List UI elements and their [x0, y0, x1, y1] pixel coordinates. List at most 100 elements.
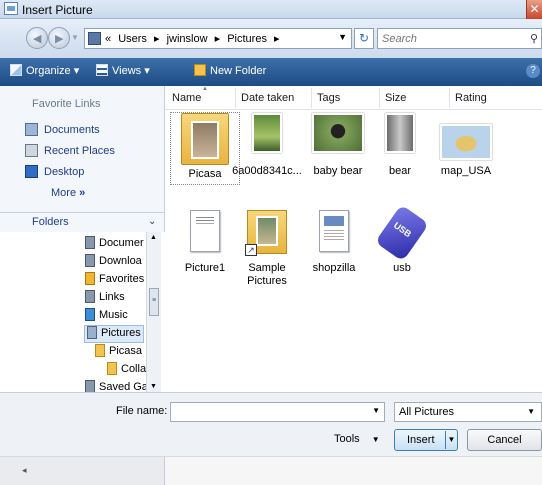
column-header: ▲ Name Date taken Tags Size Rating: [165, 86, 542, 110]
breadcrumb-separator-icon[interactable]: ▸: [215, 33, 221, 45]
file-name: map_USA: [440, 165, 492, 177]
search-box[interactable]: ⚲: [377, 28, 542, 49]
file-item-usb[interactable]: usb: [367, 204, 437, 275]
breadcrumb-separator-icon[interactable]: ▸: [154, 33, 160, 45]
tree-item-label: Documer: [99, 237, 144, 249]
tree-item-collage[interactable]: Colla: [107, 362, 146, 380]
tree-item-links[interactable]: Links: [85, 290, 125, 308]
document-thumbnail: [190, 210, 220, 252]
tree-item-label: Links: [99, 291, 125, 303]
file-item-baby-bear[interactable]: baby bear: [303, 113, 373, 178]
tree-item-downloads[interactable]: Downloa: [85, 254, 142, 272]
file-type-filter[interactable]: All Pictures ▼: [394, 402, 542, 422]
new-folder-button[interactable]: New Folder: [194, 64, 266, 77]
file-name-input[interactable]: [171, 403, 366, 421]
tree-item-picasa[interactable]: Picasa: [95, 344, 142, 362]
cancel-button[interactable]: Cancel: [467, 429, 542, 451]
tree-item-label: Colla: [121, 363, 147, 375]
tree-item-favorites[interactable]: Favorites: [85, 272, 144, 290]
breadcrumb-pictures[interactable]: Pictures: [227, 33, 267, 45]
favorite-link-label: Desktop: [44, 166, 85, 178]
refresh-icon: ↻: [358, 31, 370, 45]
search-input[interactable]: [378, 29, 523, 48]
column-divider[interactable]: [449, 88, 450, 108]
folder-icon: [107, 362, 117, 375]
favorite-link-desktop[interactable]: Desktop: [25, 165, 84, 183]
file-type-value: All Pictures: [399, 406, 455, 418]
scroll-thumb[interactable]: ≡: [149, 288, 159, 316]
favorite-link-recent-places[interactable]: Recent Places: [25, 144, 115, 162]
file-item-6a00d8341c[interactable]: 6a00d8341c...: [232, 113, 302, 178]
breadcrumb-overflow[interactable]: «: [105, 33, 111, 45]
address-dropdown-icon[interactable]: ▼: [338, 32, 347, 42]
column-divider[interactable]: [235, 88, 236, 108]
help-button[interactable]: ?: [526, 64, 540, 78]
breadcrumb-jwinslow[interactable]: jwinslow: [167, 33, 208, 45]
desktop-icon: [25, 165, 38, 178]
views-button[interactable]: Views ▾: [96, 64, 150, 77]
views-icon: [96, 64, 108, 76]
shortcut-arrow-icon: ↗: [245, 244, 257, 256]
sort-ascending-icon: ▲: [202, 86, 208, 92]
photo-preview: [191, 121, 219, 159]
file-item-picasa[interactable]: Picasa: [170, 112, 240, 185]
tools-menu-button[interactable]: Tools ▼: [334, 433, 380, 445]
file-name: 6a00d8341c...: [232, 165, 302, 177]
image-thumbnail: [252, 113, 282, 153]
file-name: usb: [393, 262, 411, 274]
insert-label: Insert: [407, 434, 435, 446]
tree-item-label: Music: [99, 309, 128, 321]
breadcrumb-separator-icon[interactable]: ▸: [274, 33, 280, 45]
chevron-down-icon[interactable]: ▼: [372, 406, 380, 415]
column-divider[interactable]: [379, 88, 380, 108]
folders-toggle[interactable]: Folders ⌄: [0, 212, 165, 232]
scroll-up-icon[interactable]: ▲: [150, 234, 157, 241]
new-folder-icon: [194, 64, 206, 76]
column-name[interactable]: Name: [172, 92, 201, 104]
favorite-link-documents[interactable]: Documents: [25, 123, 100, 141]
file-name-combobox[interactable]: ▼: [170, 402, 385, 422]
column-divider[interactable]: [311, 88, 312, 108]
views-label: Views: [112, 65, 142, 77]
folder-tree: Documer Downloa Favorites Links Music Pi…: [0, 232, 165, 392]
file-item-shopzilla[interactable]: shopzilla: [299, 210, 369, 275]
address-bar[interactable]: « Users ▸ jwinslow ▸ Pictures ▸ ▼: [84, 28, 352, 49]
folder-thumbnail: ↗: [245, 210, 287, 256]
favorite-links-heading: Favorite Links: [32, 98, 101, 110]
tree-scrollbar[interactable]: ▲ ≡ ▼: [146, 232, 161, 392]
tree-item-documents[interactable]: Documer: [85, 236, 144, 254]
file-item-sample-pictures[interactable]: ↗ Sample Pictures: [232, 210, 302, 288]
address-bar-region: ◀ ▶ ▼ « Users ▸ jwinslow ▸ Pictures ▸ ▼ …: [0, 19, 542, 58]
background-sidebar: ◂: [0, 457, 165, 485]
more-links-button[interactable]: More »: [51, 187, 85, 199]
folder-icon: [85, 236, 95, 249]
recent-pages-dropdown[interactable]: ▼: [71, 33, 79, 42]
column-rating[interactable]: Rating: [455, 92, 487, 104]
file-item-map-usa[interactable]: map_USA: [431, 124, 501, 178]
dialog-footer: File name: ▼ All Pictures ▼ Tools ▼ Inser…: [0, 392, 542, 456]
breadcrumb-users[interactable]: Users: [118, 33, 147, 45]
folder-icon: [88, 32, 101, 45]
insert-options-dropdown[interactable]: ▼: [445, 431, 457, 449]
folder-thumbnail: [181, 113, 229, 165]
tree-item-music[interactable]: Music: [85, 308, 128, 326]
tree-item-pictures[interactable]: Pictures: [84, 325, 144, 343]
back-button[interactable]: ◀: [26, 27, 48, 49]
folder-icon: [95, 344, 105, 357]
refresh-button[interactable]: ↻: [354, 28, 374, 49]
column-tags[interactable]: Tags: [317, 92, 340, 104]
forward-button[interactable]: ▶: [48, 27, 70, 49]
file-item-picture1[interactable]: Picture1: [170, 210, 240, 275]
file-item-bear[interactable]: bear: [365, 113, 435, 178]
organize-button[interactable]: Organize ▾: [10, 64, 79, 77]
chevron-down-icon[interactable]: ▼: [527, 407, 535, 416]
scroll-down-icon[interactable]: ▼: [150, 383, 157, 390]
close-button[interactable]: ✕: [526, 0, 542, 19]
search-icon[interactable]: ⚲: [530, 32, 538, 45]
chevron-down-icon: ⌄: [148, 216, 157, 227]
tree-item-saved-games[interactable]: Saved Ga: [85, 380, 148, 392]
column-size[interactable]: Size: [385, 92, 406, 104]
insert-button[interactable]: Insert ▼: [394, 429, 458, 451]
column-date-taken[interactable]: Date taken: [241, 92, 294, 104]
file-name: bear: [388, 165, 412, 177]
